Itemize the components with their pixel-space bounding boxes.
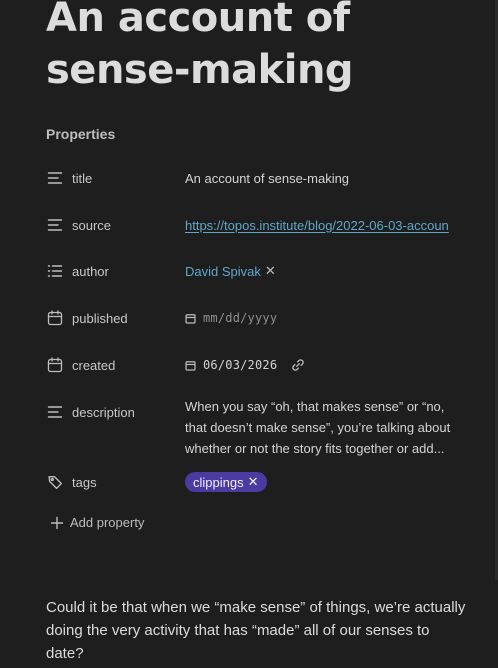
remove-tag-icon[interactable]: ✕ xyxy=(248,474,259,490)
property-key-created[interactable]: created xyxy=(46,355,115,375)
property-value-author: David Spivak ✕ xyxy=(185,261,276,281)
link-icon[interactable] xyxy=(291,358,305,372)
property-row-source: source https://topos.institute/blog/2022… xyxy=(46,215,466,235)
property-row-created: created 06/03/2026 xyxy=(46,355,466,375)
note-view: An account of sense-making Properties ti… xyxy=(0,0,498,668)
property-key-source[interactable]: source xyxy=(46,215,111,235)
tag-pill[interactable]: clippings ✕ xyxy=(185,472,267,492)
properties-heading[interactable]: Properties xyxy=(46,126,115,142)
source-link[interactable]: https://topos.institute/blog/2022-06-03-… xyxy=(185,218,449,233)
calendar-icon xyxy=(46,356,64,374)
property-label: created xyxy=(72,357,116,373)
date-input-published[interactable]: mm/dd/yyyy xyxy=(203,311,277,325)
property-value-description[interactable]: When you say “oh, that makes sense” or “… xyxy=(185,396,460,459)
author-link[interactable]: David Spivak xyxy=(185,264,261,279)
note-title[interactable]: An account of sense-making xyxy=(46,0,486,96)
tags-icon xyxy=(46,473,64,491)
property-value-title[interactable]: An account of sense-making xyxy=(185,168,349,188)
text-lines-icon xyxy=(46,216,64,234)
text-lines-icon xyxy=(46,169,64,187)
property-row-title: title An account of sense-making xyxy=(46,168,466,188)
property-row-description: description When you say “oh, that makes… xyxy=(46,399,466,462)
property-label: tags xyxy=(72,474,97,490)
list-icon xyxy=(46,262,64,280)
calendar-icon xyxy=(46,309,64,327)
property-value-tags: clippings ✕ xyxy=(185,472,267,492)
property-row-tags: tags clippings ✕ xyxy=(46,472,466,492)
property-label: title xyxy=(72,170,93,186)
property-label: source xyxy=(72,217,112,233)
calendar-icon xyxy=(185,360,196,371)
add-property-label: Add property xyxy=(70,515,145,530)
property-label: author xyxy=(72,263,109,279)
property-value-created[interactable]: 06/03/2026 xyxy=(185,355,305,375)
property-key-tags[interactable]: tags xyxy=(46,472,97,492)
property-key-author[interactable]: author xyxy=(46,261,109,281)
property-value-published[interactable]: mm/dd/yyyy xyxy=(185,308,277,328)
property-label: published xyxy=(72,310,128,326)
property-key-description[interactable]: description xyxy=(46,402,135,422)
property-row-published: published mm/dd/yyyy xyxy=(46,308,466,328)
calendar-icon xyxy=(185,313,196,324)
add-property-button[interactable]: Add property xyxy=(50,515,144,530)
property-row-author: author David Spivak ✕ xyxy=(46,261,466,281)
note-body-paragraph[interactable]: Could it be that when we “make sense” of… xyxy=(46,596,466,665)
property-label: description xyxy=(72,404,135,420)
plus-icon xyxy=(50,516,64,530)
property-key-title[interactable]: title xyxy=(46,168,92,188)
remove-author-icon[interactable]: ✕ xyxy=(265,263,276,279)
text-lines-icon xyxy=(46,403,64,421)
property-value-source: https://topos.institute/blog/2022-06-03-… xyxy=(185,215,449,235)
property-key-published[interactable]: published xyxy=(46,308,128,328)
tag-label: clippings xyxy=(193,474,244,490)
date-input-created[interactable]: 06/03/2026 xyxy=(203,358,277,372)
